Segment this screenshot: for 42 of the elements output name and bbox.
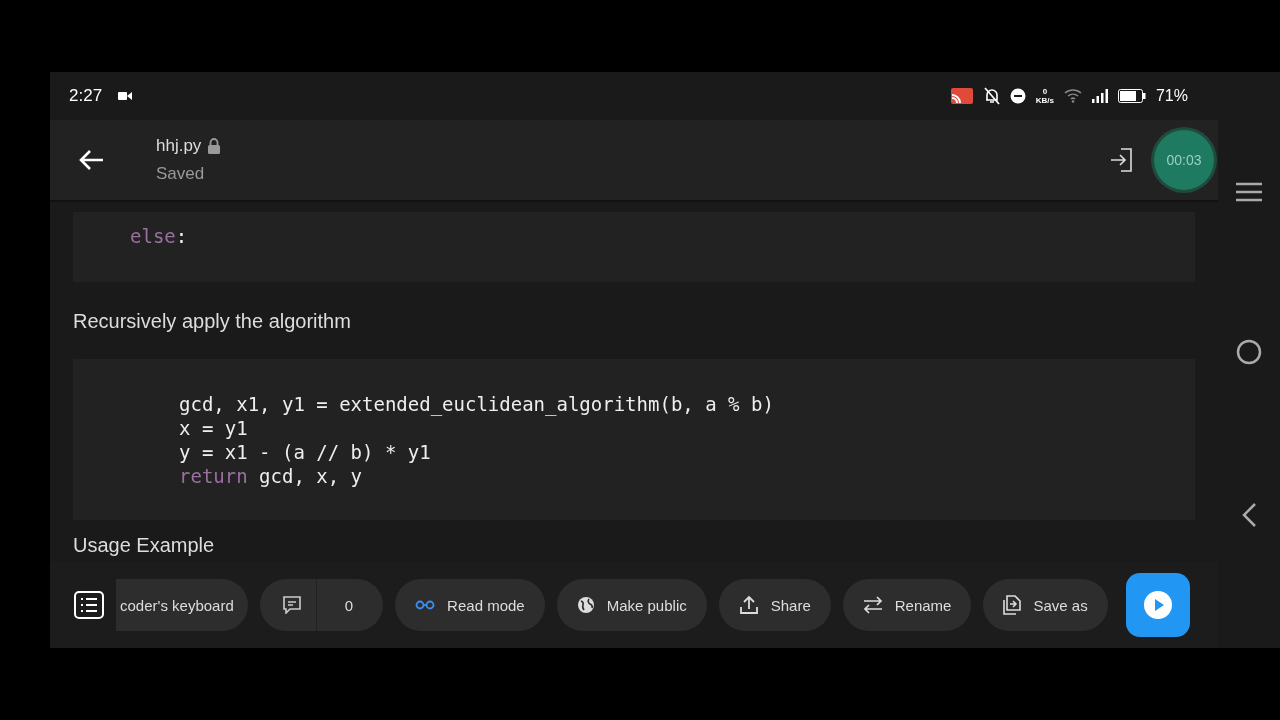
toolbar-button[interactable]: Make public — [556, 579, 707, 631]
save-copy-icon — [1003, 595, 1022, 615]
list-icon[interactable] — [74, 591, 104, 619]
glasses-icon — [415, 600, 436, 610]
globe-icon — [576, 596, 595, 614]
file-name: hhj.py — [156, 136, 202, 156]
code-line: return gcd, x, y — [179, 464, 364, 488]
video-camera-icon — [118, 91, 133, 101]
home-circle-icon[interactable] — [1236, 339, 1262, 365]
back-chevron-icon[interactable] — [1241, 502, 1257, 528]
net-speed-value: 0 — [1042, 87, 1048, 96]
code-line: else: — [130, 224, 189, 248]
battery-icon — [1117, 89, 1146, 103]
back-arrow-icon[interactable] — [78, 149, 104, 171]
save-status: Saved — [156, 164, 206, 184]
paragraph: Usage Example — [73, 534, 216, 557]
comment-icon — [281, 596, 302, 614]
paragraph: Recursively apply the algorithm — [73, 310, 352, 333]
toolbar-button[interactable]: Share — [718, 579, 831, 631]
toolbar-button[interactable]: Read mode — [395, 579, 545, 631]
toolbar-button[interactable]: Save as — [983, 579, 1108, 631]
exit-icon[interactable] — [1110, 148, 1132, 172]
code-line: gcd, x1, y1 = extended_euclidean_algorithm(b, a % b) — [179, 392, 775, 416]
comments-button[interactable]: 0 — [259, 579, 384, 631]
play-icon — [1142, 590, 1173, 620]
net-speed-unit: KB/s — [1035, 96, 1054, 105]
do-not-disturb-icon — [1009, 88, 1026, 104]
battery-percent: 71% — [1155, 87, 1188, 105]
signal-icon — [1091, 89, 1108, 103]
cast-icon — [949, 87, 974, 105]
swap-arrows-icon — [862, 596, 883, 614]
toolbar-button[interactable]: Rename — [842, 579, 972, 631]
lock-icon — [207, 138, 222, 154]
run-button[interactable] — [1125, 573, 1190, 637]
code-line: x = y1 — [179, 416, 249, 440]
keyboard-button[interactable]: coder's keyboard — [116, 579, 248, 631]
menu-icon[interactable] — [1236, 182, 1262, 202]
status-time: 2:27 — [69, 86, 103, 106]
code-line: y = x1 - (a // b) * y1 — [179, 440, 432, 464]
bell-off-icon — [983, 87, 1000, 105]
upload-icon — [738, 595, 759, 615]
wifi-icon — [1063, 89, 1082, 103]
